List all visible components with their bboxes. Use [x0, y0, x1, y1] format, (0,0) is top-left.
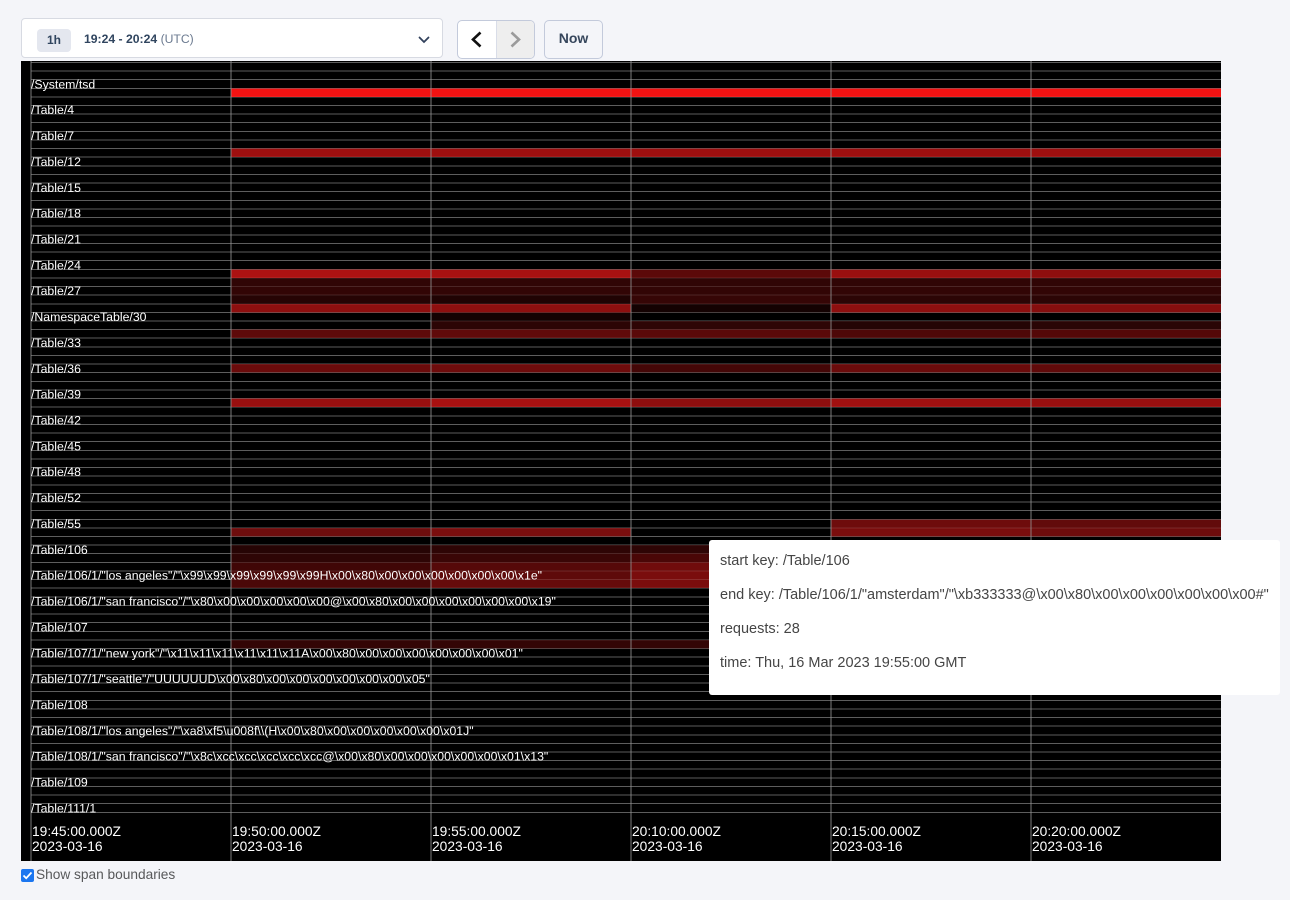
- svg-text:/Table/45: /Table/45: [31, 439, 81, 453]
- svg-text:/Table/33: /Table/33: [31, 336, 81, 350]
- svg-text:/Table/55: /Table/55: [31, 517, 81, 531]
- svg-text:/Table/106/1/"los angeles"/"\x: /Table/106/1/"los angeles"/"\x99\x99\x99…: [31, 569, 542, 583]
- svg-text:/Table/27: /Table/27: [31, 284, 81, 298]
- svg-text:/Table/24: /Table/24: [31, 258, 81, 272]
- svg-text:/Table/7: /Table/7: [31, 129, 74, 143]
- svg-text:/Table/18: /Table/18: [31, 207, 81, 221]
- svg-text:/Table/108: /Table/108: [31, 698, 88, 712]
- svg-text:2023-03-16: 2023-03-16: [632, 839, 703, 854]
- svg-text:/Table/108/1/"san francisco"/": /Table/108/1/"san francisco"/"\x8c\xcc\x…: [31, 750, 548, 764]
- svg-text:2023-03-16: 2023-03-16: [832, 839, 903, 854]
- svg-text:19:45:00.000Z: 19:45:00.000Z: [32, 824, 121, 839]
- svg-text:/Table/39: /Table/39: [31, 388, 81, 402]
- svg-text:2023-03-16: 2023-03-16: [432, 839, 503, 854]
- svg-text:20:15:00.000Z: 20:15:00.000Z: [832, 824, 921, 839]
- svg-text:/Table/42: /Table/42: [31, 414, 81, 428]
- svg-text:/Table/107/1/"seattle"/"UUUUUU: /Table/107/1/"seattle"/"UUUUUUD\x00\x80\…: [31, 672, 430, 686]
- svg-text:2023-03-16: 2023-03-16: [32, 839, 103, 854]
- svg-text:/Table/106/1/"san francisco"/": /Table/106/1/"san francisco"/"\x80\x00\x…: [31, 595, 556, 609]
- svg-text:/Table/107/1/"new york"/"\x11\: /Table/107/1/"new york"/"\x11\x11\x11\x1…: [31, 646, 523, 660]
- svg-text:/Table/109: /Table/109: [31, 776, 88, 790]
- svg-text:/Table/36: /Table/36: [31, 362, 81, 376]
- svg-text:/Table/111/1: /Table/111/1: [31, 801, 96, 815]
- svg-text:19:50:00.000Z: 19:50:00.000Z: [232, 824, 321, 839]
- svg-text:/Table/4: /Table/4: [31, 103, 74, 117]
- svg-text:/System/tsd: /System/tsd: [31, 77, 95, 91]
- svg-text:20:10:00.000Z: 20:10:00.000Z: [632, 824, 721, 839]
- svg-text:/NamespaceTable/30: /NamespaceTable/30: [31, 310, 147, 324]
- svg-text:/Table/106: /Table/106: [31, 543, 88, 557]
- svg-text:19:55:00.000Z: 19:55:00.000Z: [432, 824, 521, 839]
- svg-text:/Table/108/1/"los angeles"/"\x: /Table/108/1/"los angeles"/"\xa8\xf5\u00…: [31, 724, 474, 738]
- svg-text:/Table/21: /Table/21: [31, 233, 81, 247]
- svg-text:2023-03-16: 2023-03-16: [232, 839, 303, 854]
- svg-text:/Table/12: /Table/12: [31, 155, 81, 169]
- svg-text:/Table/48: /Table/48: [31, 465, 81, 479]
- svg-text:2023-03-16: 2023-03-16: [1032, 839, 1103, 854]
- svg-text:/Table/107: /Table/107: [31, 620, 88, 634]
- svg-text:/Table/52: /Table/52: [31, 491, 81, 505]
- svg-text:/Table/15: /Table/15: [31, 181, 81, 195]
- svg-text:20:20:00.000Z: 20:20:00.000Z: [1032, 824, 1121, 839]
